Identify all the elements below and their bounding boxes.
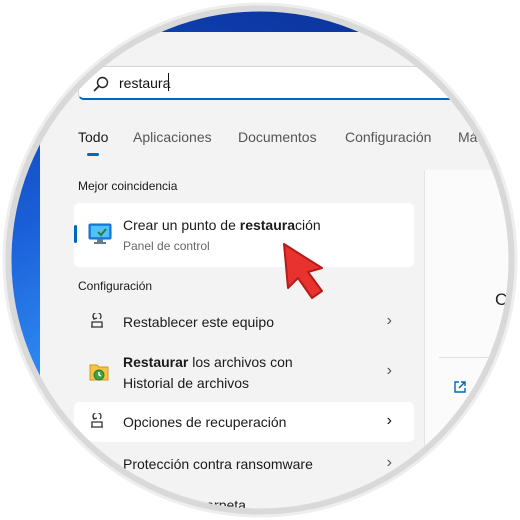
chevron-right-icon: › (386, 312, 392, 329)
best-match-result[interactable]: Crear un punto de restauración Panel de … (74, 203, 414, 267)
folder-icon (89, 499, 105, 512)
preview-pane: Cr (424, 170, 520, 520)
search-query-text: restaura (119, 75, 171, 91)
tab-documentos[interactable]: Documentos (238, 129, 317, 145)
tab-aplicaciones[interactable]: Aplicaciones (133, 129, 212, 145)
preview-divider (439, 357, 520, 358)
computer-restore-icon (88, 223, 112, 244)
best-match-title: Crear un punto de restauración (123, 217, 321, 233)
reset-pc-icon (91, 313, 103, 328)
chevron-right-icon: › (386, 412, 392, 429)
chevron-right-icon: › (386, 362, 392, 379)
active-tab-indicator (87, 153, 99, 156)
settings-item-label-line2: Historial de archivos (123, 375, 250, 391)
tab-todo[interactable]: Todo (78, 129, 108, 145)
settings-item-label: Restablecer este equipo (123, 314, 274, 330)
open-external-icon[interactable] (453, 380, 467, 394)
settings-item-label: Restaurar los archivos con (123, 354, 293, 370)
text-caret (168, 73, 169, 91)
search-icon (93, 76, 109, 92)
best-match-heading: Mejor coincidencia (78, 179, 178, 193)
selection-indicator (74, 225, 77, 243)
settings-item-restaurar-archivos[interactable]: Restaurar los archivos con Historial de … (74, 345, 414, 401)
settings-item-acceso-carpeta[interactable]: Acceso a la carpeta (74, 486, 414, 520)
settings-item-recuperacion[interactable]: Opciones de recuperación › (74, 402, 414, 442)
file-history-icon (89, 364, 109, 381)
tab-configuracion[interactable]: Configuración (345, 129, 431, 145)
best-match-subtitle: Panel de control (123, 239, 210, 253)
pointer-arrow-icon (283, 243, 323, 299)
recovery-icon (91, 413, 103, 428)
shield-icon (90, 456, 104, 472)
settings-item-restablecer[interactable]: Restablecer este equipo › (74, 301, 414, 343)
settings-item-label: Opciones de recuperación (123, 414, 287, 430)
preview-title: Cr (495, 290, 513, 309)
screenshot-stage: restaura Todo Aplicaciones Documentos Co… (0, 0, 520, 520)
search-input[interactable]: restaura (78, 66, 520, 100)
tab-mas[interactable]: Más (458, 129, 484, 145)
settings-item-label: Acceso a la carpeta (123, 497, 246, 513)
settings-item-ransomware[interactable]: Protección contra ransomware › (74, 443, 414, 485)
chevron-right-icon: › (386, 454, 392, 471)
settings-heading: Configuración (78, 279, 153, 293)
settings-item-label: Protección contra ransomware (123, 456, 313, 472)
